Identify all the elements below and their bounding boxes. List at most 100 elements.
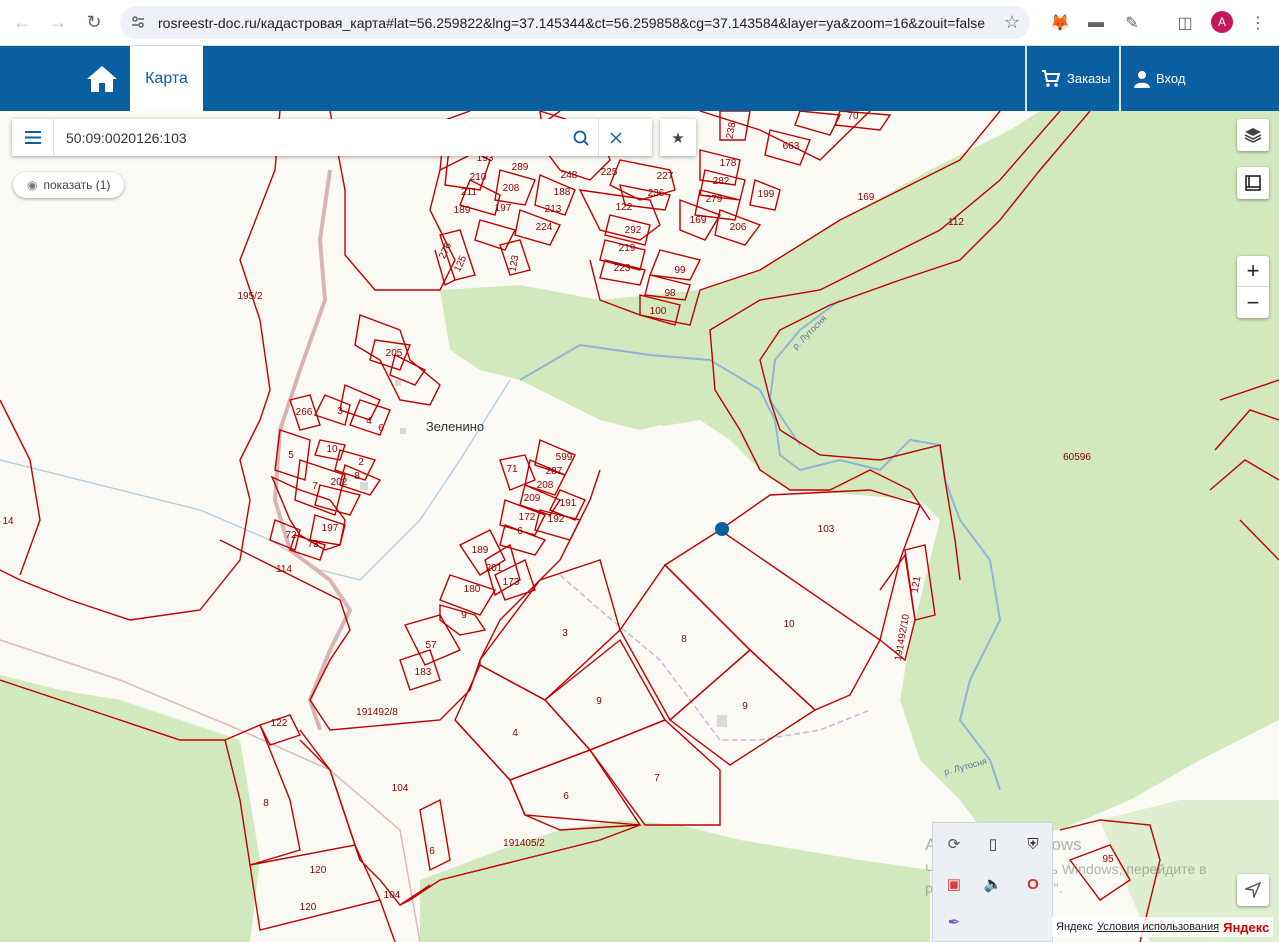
terms-link[interactable]: Условия использования <box>1097 921 1219 933</box>
parcel-label: 195/2 <box>237 291 262 302</box>
parcel-marker[interactable] <box>715 522 729 536</box>
parcel-label: 112 <box>948 217 964 228</box>
cadastral-search-box <box>12 119 652 156</box>
parcel-label: 6 <box>517 526 523 537</box>
profile-avatar[interactable]: A <box>1211 11 1233 33</box>
sync-icon[interactable]: ⟳ <box>943 833 965 855</box>
star-icon: ★ <box>671 129 685 147</box>
parcel-label: 104 <box>384 890 401 901</box>
user-icon <box>1134 70 1150 88</box>
parcel-label: 169 <box>690 215 707 226</box>
parcel-label: 236 <box>648 188 665 199</box>
parcel-label: 6 <box>563 791 569 802</box>
parcel-label: 191492/8 <box>356 707 398 718</box>
tab-map[interactable]: Карта <box>130 46 203 111</box>
zoom-in-button[interactable]: + <box>1237 256 1269 287</box>
place-label: Зеленино <box>426 419 484 434</box>
parcel-label: 180 <box>464 584 481 595</box>
close-icon <box>609 131 622 144</box>
favorites-button[interactable]: ★ <box>660 119 696 156</box>
parcel-label: 7 <box>654 773 660 784</box>
site-settings-icon[interactable] <box>130 14 146 30</box>
search-input[interactable] <box>54 129 564 146</box>
url-text: rosreestr-doc.ru/кадастровая_карта#lat=5… <box>158 14 986 31</box>
ruler-button[interactable] <box>1237 167 1269 199</box>
parcel-label: 72 <box>285 530 297 541</box>
parcel-label: 287 <box>546 466 563 477</box>
parcel-label: 10 <box>326 444 338 455</box>
cadastral-map[interactable]: 195/2 205 266 3 4 6 5 10 2 8 202 7 197 7… <box>0 111 1279 942</box>
pen-icon[interactable]: ✒ <box>943 911 965 933</box>
extension-icon[interactable]: 🦊 <box>1047 10 1073 36</box>
zoom-out-button[interactable]: − <box>1237 287 1269 318</box>
parcel-label: 4 <box>366 416 372 427</box>
forward-button[interactable]: → <box>40 4 76 40</box>
show-results-button[interactable]: ◉ показать (1) <box>13 172 125 198</box>
parcel-label: 202 <box>331 477 348 488</box>
show-results-label: показать (1) <box>43 178 111 192</box>
parcel-label: 172 <box>519 512 536 523</box>
volume-icon[interactable]: 🔈 <box>982 873 1004 895</box>
address-bar[interactable]: rosreestr-doc.ru/кадастровая_карта#lat=5… <box>120 6 1030 39</box>
parcel-label: 100 <box>650 306 667 317</box>
parcel-label: 227 <box>657 171 674 182</box>
location-arrow-icon <box>1245 882 1261 898</box>
parcel-label: 206 <box>730 222 747 233</box>
parcel-label: 120 <box>300 902 317 913</box>
back-button[interactable]: ← <box>4 4 40 40</box>
parcel-label: 210 <box>470 172 487 183</box>
bookmark-star-icon[interactable]: ☆ <box>1004 12 1020 33</box>
parcel-label: 205 <box>386 348 403 359</box>
opera-icon[interactable]: O <box>1022 873 1044 895</box>
usb-icon[interactable]: ▯ <box>982 833 1004 855</box>
map-canvas[interactable]: 195/2 205 266 3 4 6 5 10 2 8 202 7 197 7… <box>0 111 1279 942</box>
ruler-icon <box>1245 175 1261 191</box>
parcel-label: 192 <box>548 514 565 525</box>
parcel-label: 189 <box>472 545 489 556</box>
parcel-label: 8 <box>681 634 687 645</box>
site-header: Карта Заказы Вход <box>0 46 1279 111</box>
parcel-label: 292 <box>625 225 642 236</box>
parcel-label: 279 <box>706 194 723 205</box>
hamburger-icon <box>24 131 41 144</box>
parcel-label: 248 <box>561 170 578 181</box>
parcel-label: 125 <box>452 254 469 274</box>
side-panel-icon[interactable]: ◫ <box>1172 10 1198 36</box>
parcel-label: 599 <box>556 452 573 463</box>
defender-shield-icon[interactable]: ⛨ <box>1022 833 1044 855</box>
parcel-label: 282 <box>713 176 730 187</box>
orders-button[interactable]: Заказы <box>1041 46 1110 111</box>
parcel-label: 73 <box>307 539 319 550</box>
parcel-label: 199 <box>758 189 775 200</box>
parcel-label: 266 <box>296 407 313 418</box>
parcel-label: 178 <box>720 158 737 169</box>
home-button[interactable] <box>80 46 124 111</box>
browser-toolbar: ← → ↻ rosreestr-doc.ru/кадастровая_карта… <box>0 0 1279 46</box>
parcel-label: 224 <box>536 222 553 233</box>
parcel-label: 6 <box>429 846 435 857</box>
parcel-label: 9 <box>596 696 602 707</box>
browser-menu-icon[interactable]: ⋮ <box>1245 10 1271 36</box>
cart-icon <box>1042 69 1061 87</box>
parcel-label: 99 <box>674 265 686 276</box>
parcel-label: 8 <box>354 471 360 482</box>
parcel-label: 213 <box>545 204 562 215</box>
clear-button[interactable] <box>598 119 632 156</box>
extensions-puzzle-icon[interactable]: ✎ <box>1119 10 1145 36</box>
parcel-label: 120 <box>310 865 327 876</box>
menu-button[interactable] <box>12 119 54 156</box>
yandex-logo[interactable]: Яндекс <box>1223 920 1269 935</box>
search-button[interactable] <box>564 119 598 156</box>
login-button[interactable]: Вход <box>1134 46 1185 111</box>
eye-icon: ◉ <box>27 178 38 192</box>
app-icon[interactable]: ▣ <box>943 873 965 895</box>
parcel-label: 122 <box>271 718 288 729</box>
parcel-label: 3 <box>562 628 568 639</box>
extension-icon[interactable]: ▬ <box>1083 10 1109 36</box>
parcel-label: 9 <box>742 701 748 712</box>
reload-button[interactable]: ↻ <box>76 4 112 40</box>
parcel-label: 98 <box>664 288 676 299</box>
home-icon <box>87 65 117 92</box>
parcel-label: 191 <box>560 498 577 509</box>
layers-button[interactable] <box>1237 119 1269 151</box>
